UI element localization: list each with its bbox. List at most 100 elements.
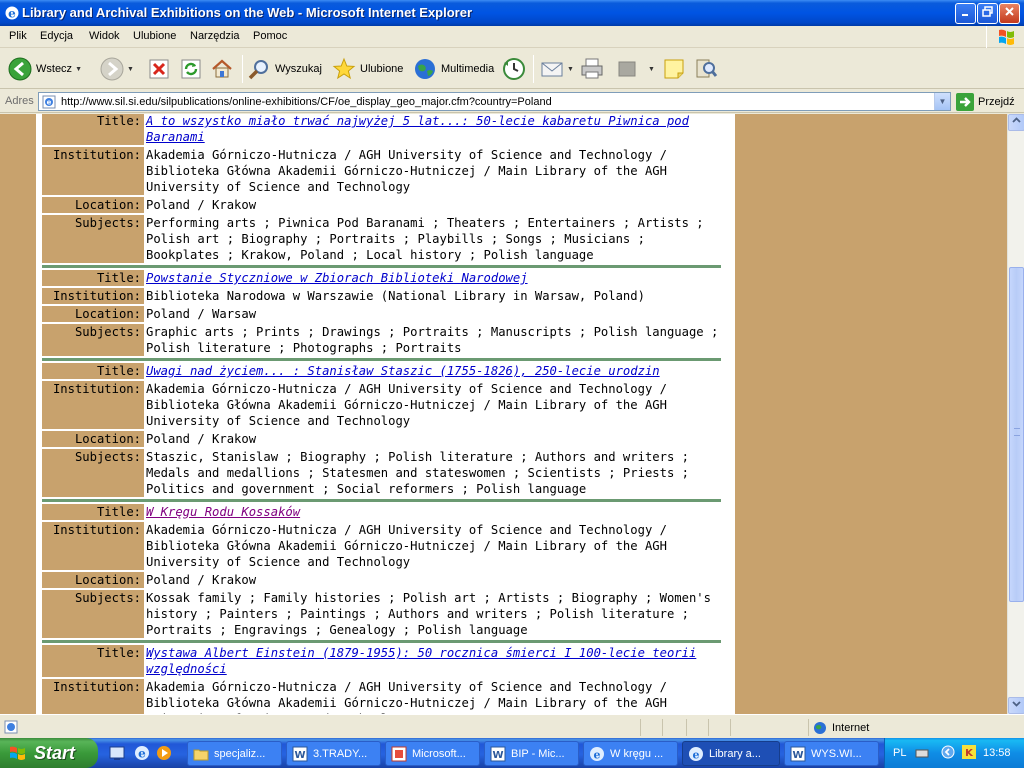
menu-favorites[interactable]: Ulubione	[133, 30, 176, 42]
standard-toolbar: Wstecz ▼ ▼ Wyszukaj Ulubione Multimedia …	[0, 49, 1024, 89]
svg-text:e: e	[8, 7, 16, 21]
mail-button[interactable]: ▼	[540, 54, 574, 84]
exhibition-title-link[interactable]: Powstanie Styczniowe w Zbiorach Bibliote…	[146, 271, 528, 285]
mail-dropdown-icon[interactable]: ▼	[567, 66, 574, 73]
exhibition-title-link[interactable]: A to wszystko miało trwać najwyżej 5 lat…	[146, 114, 689, 144]
internet-explorer-icon: e	[590, 746, 604, 761]
office-icon	[391, 746, 407, 761]
forward-button[interactable]: ▼	[100, 54, 134, 84]
address-input[interactable]: e http://www.sil.si.edu/silpublications/…	[38, 92, 951, 111]
taskbar-item-active-browser[interactable]: e Library a...	[682, 741, 780, 766]
folder-icon	[193, 749, 209, 760]
forward-dropdown-icon[interactable]: ▼	[127, 66, 134, 73]
windows-logo	[986, 26, 1024, 48]
exhibition-record: Title: A to wszystko miało trwać najwyże…	[42, 114, 721, 268]
system-tray: PL K 13:58	[884, 738, 1024, 768]
windows-flag-icon	[10, 746, 25, 760]
forward-arrow-icon	[100, 57, 124, 81]
taskbar-item-folder[interactable]: specjaliz...	[187, 741, 282, 766]
back-button[interactable]: Wstecz ▼	[8, 54, 82, 84]
restore-button[interactable]	[977, 3, 998, 24]
home-button[interactable]	[210, 54, 234, 84]
institution-value: Akademia Górniczo-Hutnicza / AGH Univers…	[146, 148, 667, 194]
internet-explorer-icon[interactable]: e	[133, 744, 151, 762]
status-pane	[708, 719, 730, 736]
tray-expand-icon[interactable]	[941, 745, 955, 759]
taskbar-item-word[interactable]: W 3.TRADY...	[286, 741, 381, 766]
page-viewport: Title: A to wszystko miało trwać najwyże…	[0, 114, 1007, 714]
minimize-button[interactable]	[955, 3, 976, 24]
scroll-up-button[interactable]	[1008, 114, 1024, 131]
status-pane	[730, 719, 808, 736]
keyboard-icon[interactable]	[915, 746, 929, 760]
page-status-icon	[4, 720, 18, 734]
svg-text:W: W	[792, 750, 803, 761]
menu-bar: Plik Edycja Widok Ulubione Narzędzia Pom…	[0, 26, 1024, 48]
subjects-value: Kossak family ; Family histories ; Polis…	[146, 591, 711, 637]
taskbar-item-office[interactable]: Microsoft...	[385, 741, 480, 766]
chevron-down-icon	[1012, 701, 1021, 707]
back-dropdown-icon[interactable]: ▼	[75, 66, 82, 73]
show-desktop-icon[interactable]	[108, 744, 126, 762]
menu-help[interactable]: Pomoc	[253, 30, 287, 42]
star-icon	[332, 57, 356, 80]
menu-edit[interactable]: Edycja	[40, 30, 73, 42]
print-button[interactable]	[580, 54, 604, 84]
location-value: Poland / Krakow	[146, 573, 257, 587]
svg-text:e: e	[138, 747, 146, 761]
taskbar-item-browser[interactable]: e W kręgu ...	[583, 741, 678, 766]
refresh-button[interactable]	[180, 54, 202, 84]
favorites-button[interactable]: Ulubione	[332, 54, 403, 84]
task-label: specjaliz...	[214, 747, 266, 760]
window-title-bar[interactable]: e Library and Archival Exhibitions on th…	[0, 0, 1024, 26]
history-button[interactable]	[502, 54, 526, 84]
exhibition-title-link[interactable]: Uwagi nad życiem... : Stanisław Staszic …	[146, 364, 660, 378]
research-icon	[696, 59, 718, 78]
edit-dropdown-icon[interactable]: ▼	[648, 66, 655, 73]
discuss-button[interactable]	[662, 54, 686, 84]
subjects-label: Subjects:	[42, 215, 144, 263]
taskbar-item-word[interactable]: W WYS.WI...	[784, 741, 879, 766]
status-bar: Internet	[0, 714, 1024, 738]
menu-view[interactable]: Widok	[89, 30, 120, 42]
edit-button[interactable]: ▼	[616, 54, 655, 84]
antivirus-icon[interactable]: K	[961, 744, 977, 760]
subjects-value: Graphic arts ; Prints ; Drawings ; Portr…	[146, 325, 719, 355]
location-value: Poland / Warsaw	[146, 307, 257, 321]
location-label: Location:	[42, 572, 144, 588]
status-pane	[686, 719, 708, 736]
word-icon: W	[292, 746, 308, 761]
chevron-up-icon	[1012, 117, 1021, 123]
research-button[interactable]	[694, 54, 718, 84]
subjects-label: Subjects:	[42, 324, 144, 356]
media-button[interactable]: Multimedia	[413, 54, 494, 84]
svg-text:e: e	[47, 99, 52, 107]
internet-globe-icon	[814, 722, 826, 734]
exhibition-title-link[interactable]: W Kręgu Rodu Kossaków	[146, 505, 300, 519]
menu-tools[interactable]: Narzędzia	[190, 30, 240, 42]
language-indicator[interactable]: PL	[893, 747, 906, 759]
back-label: Wstecz	[36, 63, 73, 75]
address-dropdown-icon[interactable]: ▼	[934, 93, 950, 110]
scroll-down-button[interactable]	[1008, 697, 1024, 714]
internet-explorer-icon: e	[689, 746, 703, 761]
location-value: Poland / Krakow	[146, 198, 257, 212]
search-icon	[248, 60, 268, 80]
stop-icon	[149, 59, 169, 79]
scroll-thumb[interactable]	[1009, 267, 1024, 602]
taskbar-item-browser[interactable]: W BIP - Mic...	[484, 741, 579, 766]
go-arrow-icon	[956, 93, 974, 111]
start-button[interactable]: Start	[0, 738, 98, 768]
media-player-icon[interactable]	[155, 744, 173, 762]
task-label: WYS.WI...	[811, 747, 862, 760]
svg-text:W: W	[492, 750, 503, 761]
security-zone: Internet	[813, 721, 869, 735]
go-button[interactable]: Przejdź	[956, 93, 1015, 111]
stop-button[interactable]	[148, 54, 170, 84]
search-button[interactable]: Wyszukaj	[247, 54, 322, 84]
close-icon	[1005, 7, 1014, 16]
vertical-scrollbar[interactable]	[1007, 114, 1024, 714]
close-button[interactable]	[999, 3, 1020, 24]
menu-file[interactable]: Plik	[9, 30, 27, 42]
exhibition-title-link[interactable]: Wystawa Albert Einstein (1879-1955): 50 …	[146, 646, 696, 676]
